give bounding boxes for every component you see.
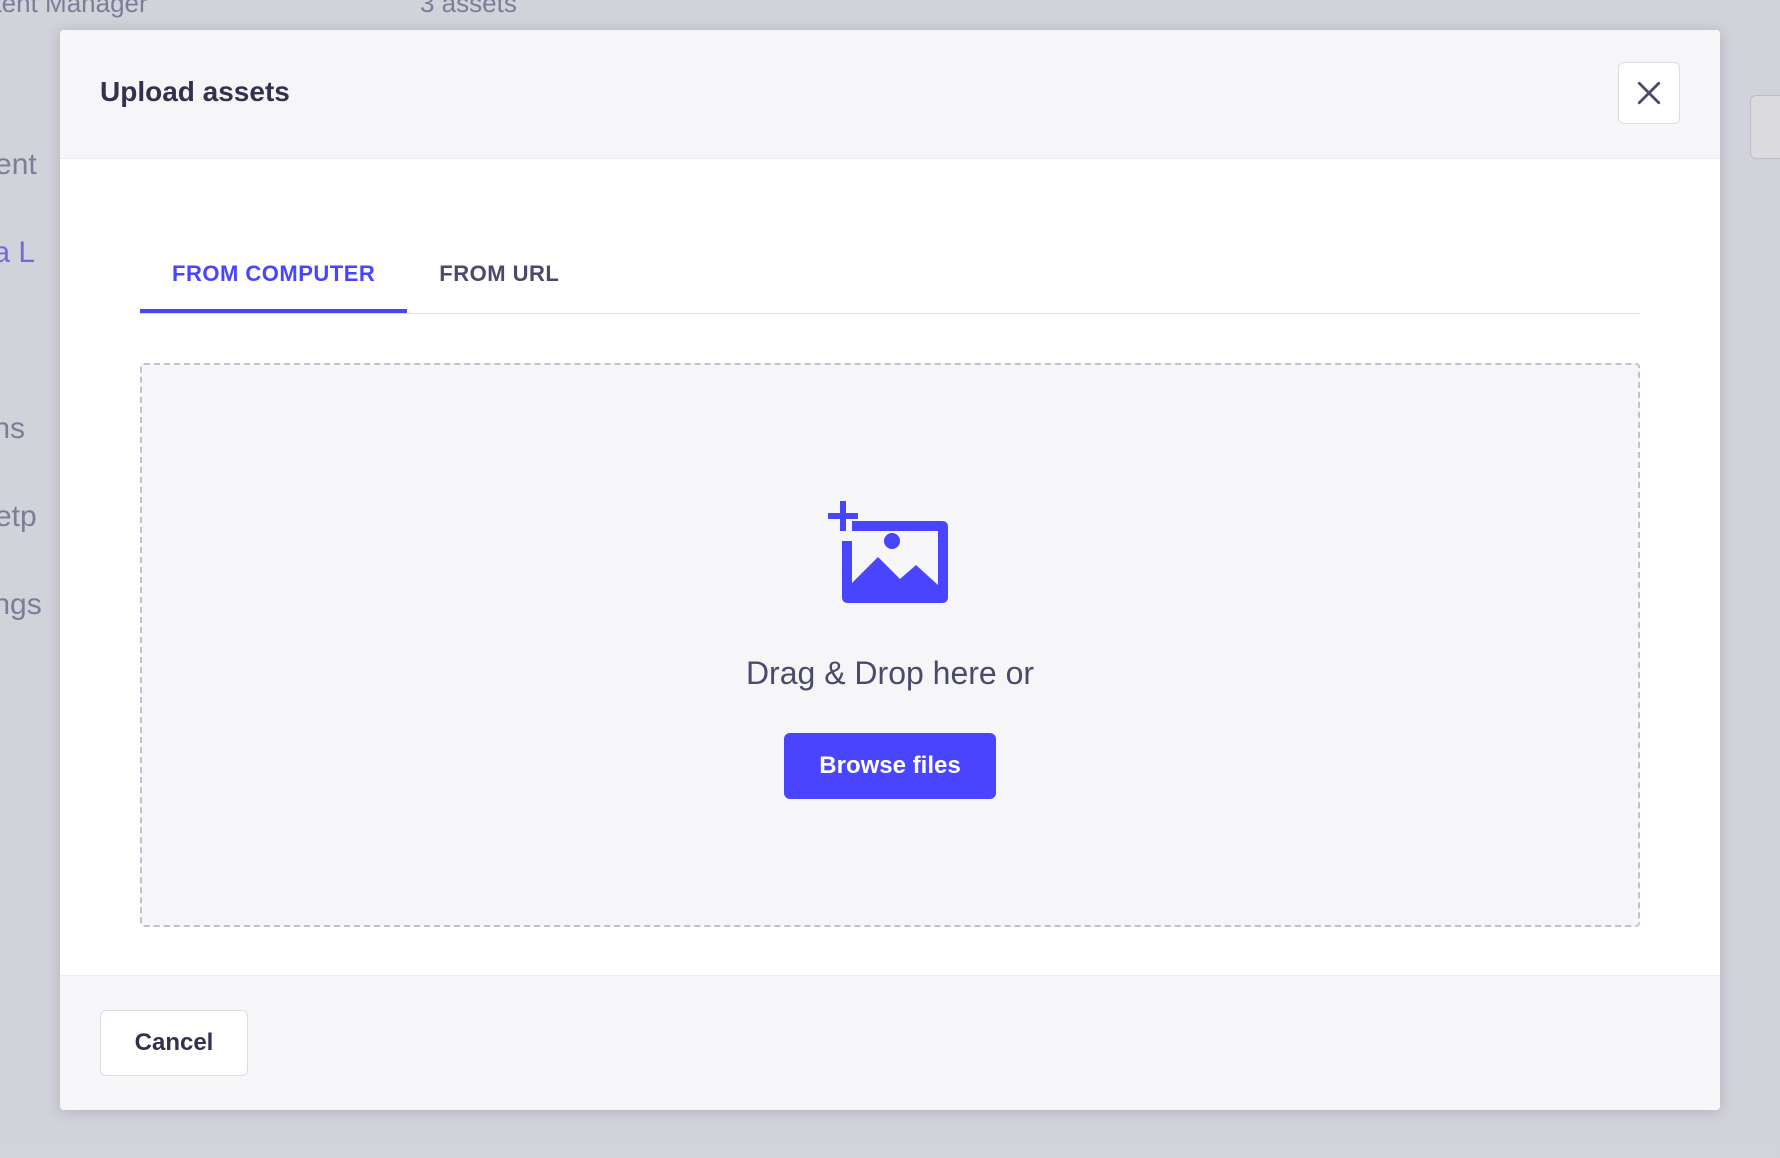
file-dropzone[interactable]: Drag & Drop here or Browse files bbox=[140, 363, 1640, 927]
tab-from-computer[interactable]: FROM COMPUTER bbox=[140, 249, 408, 313]
tab-from-url[interactable]: FROM URL bbox=[407, 249, 591, 313]
upload-assets-modal: Upload assets FROM COMPUTER FROM URL Dra… bbox=[60, 30, 1720, 1110]
close-icon bbox=[1637, 81, 1661, 105]
browse-files-button[interactable]: Browse files bbox=[784, 733, 996, 799]
close-button[interactable] bbox=[1618, 62, 1680, 124]
modal-body: FROM COMPUTER FROM URL Drag & Drop here … bbox=[60, 159, 1720, 975]
modal-header: Upload assets bbox=[60, 30, 1720, 159]
dropzone-instructions: Drag & Drop here or bbox=[745, 655, 1035, 691]
cancel-button[interactable]: Cancel bbox=[100, 1010, 248, 1076]
add-image-icon bbox=[828, 501, 948, 603]
upload-source-tabs: FROM COMPUTER FROM URL bbox=[140, 249, 1640, 314]
modal-footer: Cancel bbox=[60, 975, 1720, 1110]
modal-title: Upload assets bbox=[100, 76, 290, 107]
